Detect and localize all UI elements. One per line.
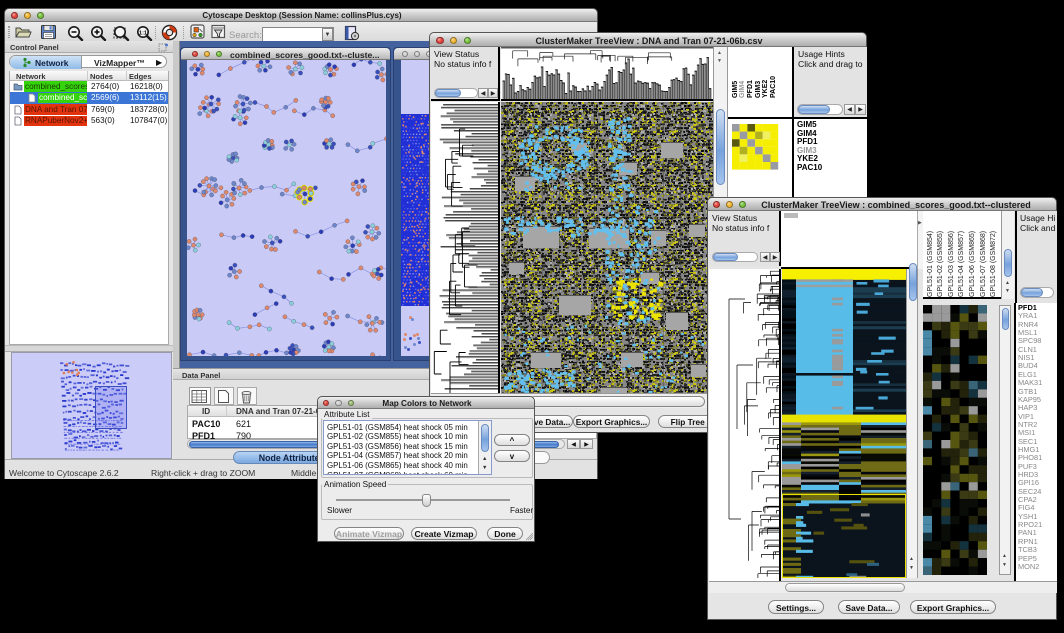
svg-text:1:1: 1:1: [139, 30, 147, 36]
